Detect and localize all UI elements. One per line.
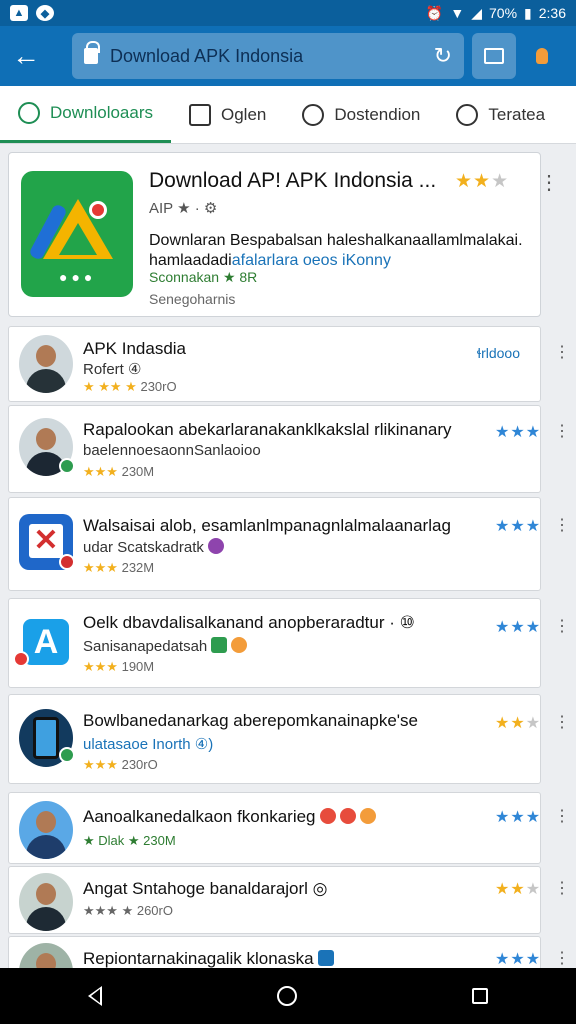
list-item[interactable]: APK Indasdia Rofert ④ ★ ★★ ★ 230rO ɬrldo… bbox=[8, 326, 570, 402]
battery-level: 70% bbox=[489, 5, 518, 21]
app-developer: udar Scatskadratk bbox=[83, 538, 224, 556]
app-title: Walsaisai alob, esamlanlmpanagnlalmalaan… bbox=[83, 516, 451, 535]
back-arrow-icon[interactable]: ← bbox=[12, 40, 52, 72]
app-notification-icon: ◆ bbox=[36, 5, 54, 21]
browser-toolbar: ← Download APK Indonsia ↻ bbox=[0, 26, 576, 86]
rating-stars: ★★★ bbox=[495, 518, 542, 535]
document-icon bbox=[189, 103, 211, 126]
clock: 2:36 bbox=[538, 5, 566, 21]
verified-badge-icon bbox=[59, 747, 75, 763]
app-developer: Rofert ④ bbox=[83, 361, 142, 378]
tab-oglen[interactable]: Oglen bbox=[171, 86, 284, 143]
app-developer: Sanisanapedatsah bbox=[83, 637, 248, 655]
avatar bbox=[19, 801, 73, 859]
app-title: APK Indasdia bbox=[83, 339, 187, 358]
rating-stars: ★★★ bbox=[495, 715, 542, 732]
rating-stars: ★★★ bbox=[495, 951, 542, 968]
app-title: Repiontarnakinagalik klonaska bbox=[83, 949, 334, 969]
lock-icon bbox=[84, 41, 100, 64]
verified-badge-icon bbox=[59, 458, 75, 474]
compass-icon bbox=[302, 103, 325, 126]
rating-stars: ★★★ bbox=[495, 881, 542, 898]
more-options-icon[interactable]: ⋮ bbox=[539, 173, 559, 193]
signal-icon: ◢ bbox=[471, 4, 482, 21]
reload-icon[interactable]: ↻ bbox=[434, 43, 452, 69]
list-item[interactable]: A Oelk dbavdalisalkanand anopberaradtur … bbox=[8, 598, 570, 688]
app-title: Rapalookan abekarlaranakanklkakslal rlik… bbox=[83, 420, 452, 439]
more-options-icon[interactable]: ⋮ bbox=[554, 715, 570, 731]
more-options-icon[interactable]: ⋮ bbox=[554, 951, 570, 967]
address-bar[interactable]: Download APK Indonsia ↻ bbox=[72, 33, 464, 79]
more-options-icon[interactable]: ⋮ bbox=[554, 619, 570, 635]
tabs-icon bbox=[484, 48, 504, 64]
list-item[interactable]: Angat Sntahoge banaldarajorl ◎ ★★★ ★ 260… bbox=[8, 866, 570, 934]
featured-developer: Senegoharnis bbox=[149, 291, 236, 307]
tab-label: Downloloaars bbox=[50, 103, 153, 122]
alert-badge-icon bbox=[13, 651, 29, 667]
list-item[interactable]: Aanoalkanedalkaon fkonkarieg ★ Dlak ★ 23… bbox=[8, 792, 570, 864]
tab-label: Oglen bbox=[221, 104, 267, 124]
rating-stars: ★★★ bbox=[495, 424, 542, 441]
more-options-icon[interactable]: ⋮ bbox=[554, 881, 570, 897]
nav-back-icon[interactable] bbox=[87, 986, 102, 1006]
url-text: Download APK Indonsia bbox=[110, 45, 304, 66]
tab-label: Teratea bbox=[488, 104, 546, 124]
app-rating: ★★★ 232M bbox=[83, 560, 155, 575]
download-clock-icon bbox=[18, 102, 40, 124]
more-options-icon[interactable]: ⋮ bbox=[554, 809, 570, 825]
more-options-icon[interactable]: ⋮ bbox=[554, 345, 570, 361]
featured-meta: Sconnakan ★ 8R bbox=[149, 269, 258, 285]
rating-stars: ★★★ bbox=[495, 619, 542, 636]
app-rating: ★ ★★ ★ 230rO bbox=[83, 379, 177, 394]
wifi-icon: ▼ bbox=[450, 5, 465, 21]
rating-stars: ★★★ bbox=[495, 809, 542, 826]
app-rating: ★★★ ★ 260rO bbox=[83, 903, 173, 918]
status-bar: ▲ ◆ ⏰ ▼ ◢ 70% ▮ 2:36 bbox=[0, 0, 576, 26]
app-tag: ɬrldooo bbox=[476, 345, 520, 361]
featured-description: Downlaran Bespabalsan haleshalkanaallaml… bbox=[149, 232, 523, 269]
featured-subtitle: AIP ★ · ⚙ bbox=[149, 200, 218, 217]
more-options-icon[interactable]: ⋮ bbox=[554, 424, 570, 440]
tab-dostendion[interactable]: Dostendion bbox=[284, 86, 438, 143]
app-logo-icon: ●●● bbox=[21, 171, 133, 297]
chat-icon bbox=[456, 103, 479, 126]
system-nav-bar bbox=[0, 968, 576, 1024]
app-rating: ★★★ 230rO bbox=[83, 757, 158, 772]
list-item[interactable]: Bowlbanedanarkag aberepomkanainapke'se u… bbox=[8, 694, 570, 784]
app-rating: ★★★ 230M bbox=[83, 464, 155, 479]
nav-home-icon[interactable] bbox=[276, 986, 297, 1006]
alarm-icon: ⏰ bbox=[425, 4, 444, 21]
tab-label: Dostendion bbox=[334, 104, 421, 124]
tabs-button[interactable] bbox=[472, 33, 516, 79]
app-rating: ★★★ 190M bbox=[83, 659, 155, 674]
category-tabs: Downloloaars Oglen Dostendion Teratea bbox=[0, 86, 576, 144]
list-item[interactable]: ✕ Walsaisai alob, esamlanlmpanagnlalmala… bbox=[8, 497, 570, 591]
more-options-icon[interactable]: ⋮ bbox=[554, 518, 570, 534]
app-title: Angat Sntahoge banaldarajorl ◎ bbox=[83, 879, 328, 898]
featured-title: Download AP! APK Indonsia ... bbox=[149, 169, 437, 192]
tab-teratea[interactable]: Teratea bbox=[438, 86, 563, 143]
app-rating: ★ Dlak ★ 230M bbox=[83, 833, 176, 848]
avatar bbox=[19, 335, 73, 393]
app-developer: ulatasaoe Inorth ④) bbox=[83, 736, 214, 753]
nav-recents-icon[interactable] bbox=[472, 988, 489, 1004]
featured-rating: ★★★ bbox=[455, 171, 510, 192]
avatar bbox=[19, 873, 73, 931]
app-title: Oelk dbavdalisalkanand anopberaradtur · … bbox=[83, 613, 415, 632]
battery-icon: ▮ bbox=[524, 4, 532, 21]
alert-badge-icon bbox=[59, 554, 75, 570]
notification-icon: ▲ bbox=[10, 5, 28, 21]
list-item[interactable]: Rapalookan abekarlaranakanklkakslal rlik… bbox=[8, 405, 570, 493]
app-title: Bowlbanedanarkag aberepomkanainapke'se bbox=[83, 711, 418, 730]
lightbulb-icon[interactable] bbox=[536, 48, 548, 64]
app-developer: baelennoesaonnSanlaoioo bbox=[83, 442, 261, 459]
featured-app-card[interactable]: ●●● Download AP! APK Indonsia ... ★★★ ⋮ … bbox=[8, 152, 559, 317]
tab-downloads[interactable]: Downloloaars bbox=[0, 86, 171, 143]
app-title: Aanoalkanedalkaon fkonkarieg bbox=[83, 807, 376, 827]
